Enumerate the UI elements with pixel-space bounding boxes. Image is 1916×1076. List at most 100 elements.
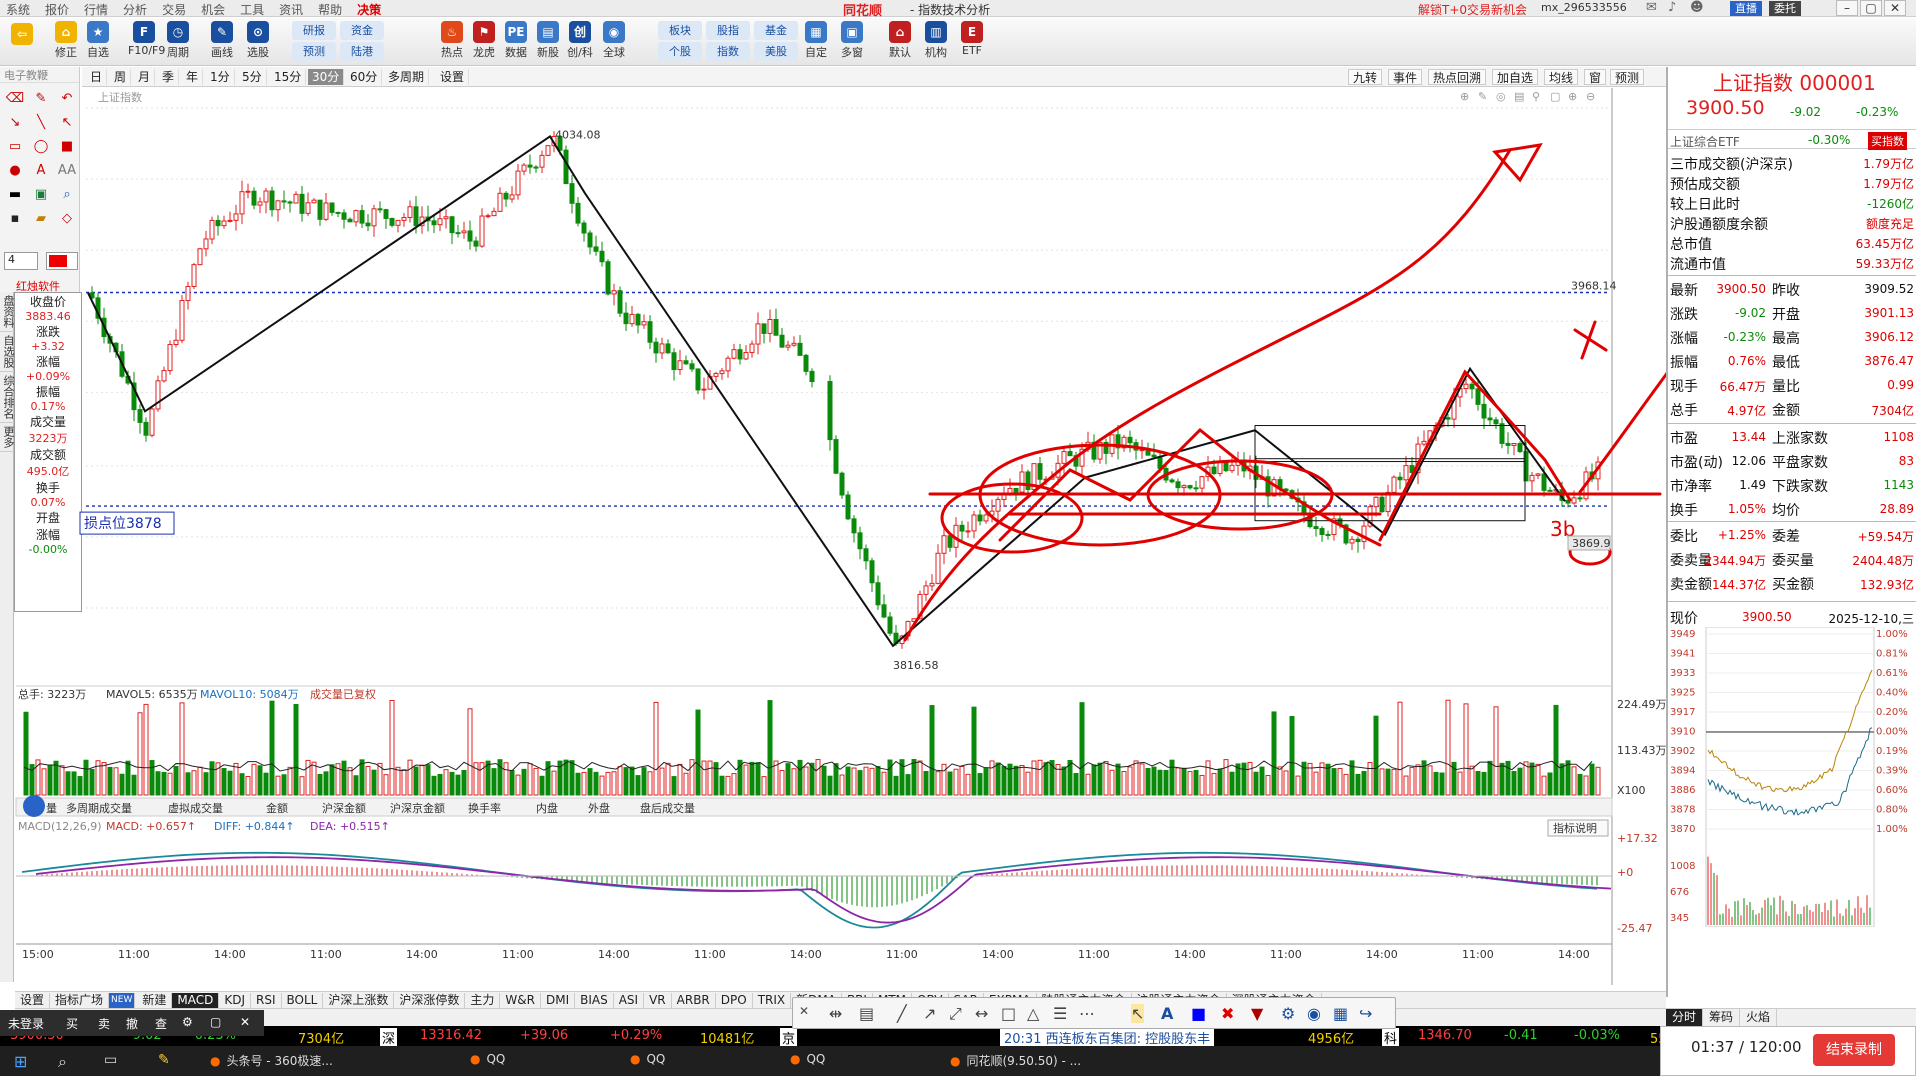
etf-row[interactable]: 上证综合ETF -0.30% 买指数 xyxy=(1668,129,1916,150)
panel-tab[interactable]: 火焰 xyxy=(1740,1009,1778,1026)
cursor-tool-icon[interactable]: ↖ xyxy=(1131,1004,1145,1023)
buy-index-button[interactable]: 买指数 xyxy=(1868,132,1907,150)
candle xyxy=(1469,382,1475,399)
taskview-icon[interactable]: ▭ xyxy=(104,1052,117,1068)
taskbar-app[interactable]: ● QQ xyxy=(790,1052,825,1066)
indicator-tab[interactable]: KDJ xyxy=(219,993,252,1008)
window-icon[interactable]: ▢ xyxy=(210,1015,221,1029)
indicator-tab[interactable]: DMI xyxy=(541,993,576,1008)
delete-tool-icon[interactable]: ✖ xyxy=(1221,1004,1234,1023)
panel-tab[interactable]: 分时 xyxy=(1666,1009,1704,1026)
share-tool-icon[interactable]: ↪ xyxy=(1359,1004,1372,1023)
pen-app-icon[interactable]: ✎ xyxy=(158,1052,170,1068)
settings-tool-icon[interactable]: ⚙ xyxy=(1281,1004,1295,1023)
intraday-mini-chart[interactable]: 3949 3941 3933 3925 3917 3910 3902 3894 3886 3878… xyxy=(1668,627,1916,927)
volume-bar xyxy=(1361,770,1367,796)
indicator-tab[interactable]: 沪深涨停数 xyxy=(394,993,466,1008)
recording-time: 01:37 / 120:00 xyxy=(1691,1038,1802,1056)
line-tool-icon[interactable]: ╱ xyxy=(897,1004,907,1023)
indicator-tab[interactable]: DPO xyxy=(716,993,753,1008)
buy-button[interactable]: 买 xyxy=(66,1015,78,1032)
taskbar-app[interactable]: ● QQ xyxy=(630,1052,665,1066)
volume-bar xyxy=(455,774,461,796)
user-icon[interactable]: ☻ xyxy=(1690,0,1704,15)
candle-body xyxy=(1037,463,1043,480)
candle-body xyxy=(869,560,875,584)
taskbar-app[interactable]: ● QQ xyxy=(470,1052,505,1066)
settings-icon[interactable]: ⚙ xyxy=(182,1015,193,1029)
minimize-icon[interactable]: – xyxy=(1836,0,1858,16)
indicator-tab[interactable]: BOLL xyxy=(282,993,324,1008)
indicator-tab[interactable]: 设置 xyxy=(15,993,51,1008)
rect-tool-icon[interactable]: □ xyxy=(1001,1004,1016,1023)
candle-body xyxy=(809,370,815,383)
time-tick: 11:00 xyxy=(502,948,534,961)
bell-icon[interactable]: ♪ xyxy=(1668,0,1676,15)
indicator-tab[interactable]: BIAS xyxy=(575,993,614,1008)
candle xyxy=(383,208,389,229)
candle-body xyxy=(479,215,485,247)
quote-label: 量比 xyxy=(1772,379,1800,395)
close-icon[interactable]: ✕ xyxy=(1884,0,1906,16)
text-box-icon[interactable]: ☰ xyxy=(1053,1004,1067,1023)
candle xyxy=(1487,408,1493,425)
login-close-icon[interactable]: ✕ xyxy=(240,1015,250,1029)
align-icon[interactable]: ⇹ xyxy=(829,1004,842,1023)
volume-bar xyxy=(413,766,419,796)
cancel-order-button[interactable]: 撤 xyxy=(126,1015,138,1032)
taskbar-app[interactable]: ● 同花顺(9.50.50) - ... xyxy=(950,1052,1081,1069)
indicator-tab[interactable]: ASI xyxy=(614,993,645,1008)
indicator-tab[interactable]: RSI xyxy=(251,993,282,1008)
candle-body xyxy=(929,582,935,587)
candle xyxy=(509,186,515,203)
candle xyxy=(407,200,413,223)
grid-tool-icon[interactable]: ▦ xyxy=(1333,1004,1348,1023)
indicator-tab[interactable]: 指标广场 xyxy=(50,993,110,1008)
indicator-tab[interactable]: W&R xyxy=(500,993,541,1008)
indicator-tab[interactable]: TRIX xyxy=(753,993,792,1008)
indicator-tab[interactable]: ARBR xyxy=(672,993,716,1008)
candle xyxy=(149,405,155,438)
hline-tool-icon[interactable]: ↔ xyxy=(975,1004,988,1023)
search-icon[interactable]: ⌕ xyxy=(58,1052,67,1072)
volume-bar xyxy=(1415,764,1421,796)
candle xyxy=(275,199,281,222)
news-ticker[interactable]: 20:31 西连板东百集团: 控股股东丰 xyxy=(1000,1028,1215,1047)
more-icon[interactable]: ⋯ xyxy=(1079,1004,1095,1023)
panel-tab[interactable]: 筹码 xyxy=(1703,1009,1741,1026)
candle-body xyxy=(1469,383,1475,390)
indicator-tab[interactable]: 新建 xyxy=(137,993,173,1008)
kline-chart[interactable]: 404640163986395639263895386538353968.14 损… xyxy=(0,0,1666,990)
volume-bar xyxy=(929,705,935,796)
candle xyxy=(341,209,347,229)
indicator-tab[interactable]: VR xyxy=(644,993,672,1008)
candle-body xyxy=(1199,476,1205,489)
maximize-icon[interactable]: ▢ xyxy=(1860,0,1882,16)
triangle-tool-icon[interactable]: △ xyxy=(1027,1004,1039,1023)
candle xyxy=(599,241,605,267)
indicator-tab[interactable]: 主力 xyxy=(465,993,501,1008)
indicator-tab[interactable]: MACD xyxy=(172,993,220,1008)
stop-recording-button[interactable]: 结束录制 xyxy=(1813,1034,1895,1066)
arrow2-tool-icon[interactable]: ⤢ xyxy=(949,1004,962,1024)
candle-body xyxy=(143,421,149,436)
bookmark-tool-icon[interactable]: ▼ xyxy=(1251,1004,1263,1023)
commission-button[interactable]: 委托 xyxy=(1769,1,1801,16)
indicator-tab[interactable]: 沪深上涨数 xyxy=(323,993,395,1008)
taskbar-app[interactable]: ● 头条号 - 360极速... xyxy=(210,1052,333,1069)
drawbar-close-icon[interactable]: ✕ xyxy=(799,1004,809,1018)
login-status[interactable]: 未登录 xyxy=(8,1015,44,1032)
candle-body xyxy=(689,363,695,370)
query-button[interactable]: 查 xyxy=(155,1015,167,1032)
candle-body xyxy=(1169,479,1175,483)
volume-bar xyxy=(713,762,719,796)
eye-tool-icon[interactable]: ◉ xyxy=(1307,1004,1321,1023)
sell-button[interactable]: 卖 xyxy=(98,1015,110,1032)
arrow-tool-icon[interactable]: ↗ xyxy=(923,1004,936,1023)
stamp-icon[interactable]: ▤ xyxy=(859,1004,874,1023)
font-tool-icon[interactable]: A xyxy=(1161,1004,1173,1023)
start-icon[interactable]: ⊞ xyxy=(14,1052,27,1071)
live-button[interactable]: 直播 xyxy=(1730,1,1762,16)
color-tool-icon[interactable]: ■ xyxy=(1191,1004,1206,1023)
volume-bar xyxy=(1103,760,1109,796)
